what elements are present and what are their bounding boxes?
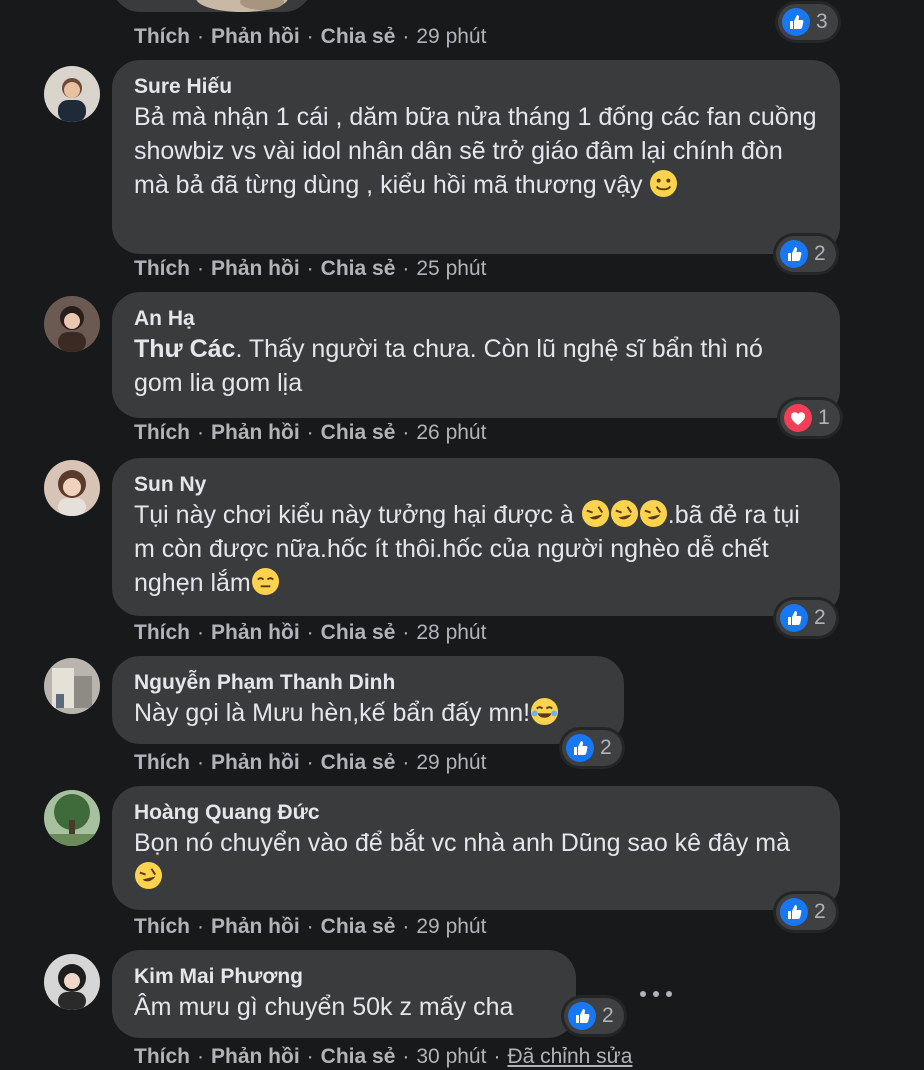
edited-label[interactable]: Đã chỉnh sửa — [507, 1045, 632, 1068]
comment-bubble: Kim Mai Phương Âm mưu gì chuyển 50k z mấ… — [112, 950, 576, 1038]
reply-link[interactable]: Phản hồi — [211, 751, 300, 774]
smile-emoji — [649, 169, 678, 198]
comment-author[interactable]: Nguyễn Phạm Thanh Dinh — [134, 670, 602, 696]
reaction-summary[interactable]: 2 — [564, 998, 624, 1034]
comment-actions: Thích · Phản hồi · Chia sẻ · 29 phút — [134, 25, 487, 48]
share-link[interactable]: Chia sẻ — [321, 621, 396, 644]
comment-actions: Thích · Phản hồi · Chia sẻ · 29 phút — [134, 751, 487, 774]
rofl-emoji — [134, 861, 163, 890]
comment-bubble: Nguyễn Phạm Thanh Dinh Này gọi là Mưu hè… — [112, 656, 624, 744]
comment-timestamp[interactable]: 29 phút — [416, 915, 486, 938]
comment-bubble: Hoàng Quang Đức Bọn nó chuyển vào để bắt… — [112, 786, 840, 910]
comment-text: Tụi này chơi kiểu này tưởng hại được à .… — [134, 499, 800, 597]
comment-actions: Thích · Phản hồi · Chia sẻ · 28 phút — [134, 621, 487, 644]
tears-of-joy-emoji — [530, 697, 559, 726]
like-icon — [780, 898, 808, 926]
share-link[interactable]: Chia sẻ — [321, 421, 396, 444]
love-icon — [784, 404, 812, 432]
comment-timestamp[interactable]: 29 phút — [416, 25, 486, 48]
comment-author[interactable]: Sun Ny — [134, 472, 818, 498]
reply-link[interactable]: Phản hồi — [211, 25, 300, 48]
rofl-emoji — [581, 499, 610, 528]
avatar[interactable] — [44, 66, 100, 122]
reaction-summary[interactable]: 1 — [780, 400, 840, 436]
like-icon — [568, 1002, 596, 1030]
comment-timestamp[interactable]: 30 phút — [416, 1045, 486, 1068]
reaction-summary[interactable]: 2 — [562, 730, 622, 766]
avatar[interactable] — [44, 460, 100, 516]
reaction-summary[interactable]: 2 — [776, 236, 836, 272]
share-link[interactable]: Chia sẻ — [321, 25, 396, 48]
comment-text: Bọn nó chuyển vào để bắt vc nhà anh Dũng… — [134, 826, 818, 894]
like-link[interactable]: Thích — [134, 421, 190, 444]
like-link[interactable]: Thích — [134, 621, 190, 644]
reaction-summary[interactable]: 3 — [778, 4, 838, 40]
comment-actions: Thích · Phản hồi · Chia sẻ · 29 phút — [134, 915, 487, 938]
comment-bubble: An Hạ Thư Các. Thấy người ta chưa. Còn l… — [112, 292, 840, 418]
relieved-emoji — [251, 567, 280, 596]
comment-text: Thư Các. Thấy người ta chưa. Còn lũ nghệ… — [134, 335, 763, 397]
reply-link[interactable]: Phản hồi — [211, 1045, 300, 1068]
comment-timestamp[interactable]: 25 phút — [416, 257, 486, 280]
reaction-count: 3 — [816, 10, 828, 33]
like-icon — [780, 240, 808, 268]
rofl-emoji — [639, 499, 668, 528]
like-link[interactable]: Thích — [134, 1045, 190, 1068]
avatar[interactable] — [44, 790, 100, 846]
reply-link[interactable]: Phản hồi — [211, 915, 300, 938]
comment-author[interactable]: Sure Hiếu — [134, 74, 818, 100]
reaction-count: 2 — [600, 736, 612, 759]
reaction-count: 2 — [602, 1004, 614, 1027]
comment-timestamp[interactable]: 28 phút — [416, 621, 486, 644]
avatar[interactable] — [44, 296, 100, 352]
like-link[interactable]: Thích — [134, 751, 190, 774]
comment-bubble-partial — [112, 0, 312, 12]
comment-author[interactable]: An Hạ — [134, 306, 818, 332]
reaction-count: 2 — [814, 606, 826, 629]
reply-link[interactable]: Phản hồi — [211, 257, 300, 280]
like-link[interactable]: Thích — [134, 25, 190, 48]
comment-text: Bả mà nhận 1 cái , dăm bữa nửa tháng 1 đ… — [134, 103, 817, 199]
like-icon — [782, 8, 810, 36]
like-icon — [780, 604, 808, 632]
more-options-icon[interactable] — [640, 984, 672, 1004]
avatar[interactable] — [44, 658, 100, 714]
share-link[interactable]: Chia sẻ — [321, 751, 396, 774]
comment-bubble: Sun Ny Tụi này chơi kiểu này tưởng hại đ… — [112, 458, 840, 616]
like-link[interactable]: Thích — [134, 257, 190, 280]
comment-bubble: Sure Hiếu Bả mà nhận 1 cái , dăm bữa nửa… — [112, 60, 840, 254]
rofl-emoji — [610, 499, 639, 528]
share-link[interactable]: Chia sẻ — [321, 1045, 396, 1068]
comment-timestamp[interactable]: 29 phút — [416, 751, 486, 774]
mention-link[interactable]: Thư Các — [134, 335, 235, 363]
reaction-count: 2 — [814, 900, 826, 923]
reaction-summary[interactable]: 2 — [776, 600, 836, 636]
comment-actions: Thích · Phản hồi · Chia sẻ · 26 phút — [134, 421, 487, 444]
comment-thread: Thích · Phản hồi · Chia sẻ · 29 phút 3 Sure Hi… — [0, 0, 924, 1070]
reaction-count: 2 — [814, 242, 826, 265]
like-icon — [566, 734, 594, 762]
comment-author[interactable]: Kim Mai Phương — [134, 964, 554, 990]
reaction-count: 1 — [818, 406, 830, 429]
comment-actions: Thích · Phản hồi · Chia sẻ · 30 phút · Đã chỉnh … — [134, 1045, 633, 1068]
comment-actions: Thích · Phản hồi · Chia sẻ · 25 phút — [134, 257, 487, 280]
comment-text: Âm mưu gì chuyển 50k z mấy cha — [134, 993, 514, 1021]
comment-timestamp[interactable]: 26 phút — [416, 421, 486, 444]
reply-link[interactable]: Phản hồi — [211, 621, 300, 644]
share-link[interactable]: Chia sẻ — [321, 915, 396, 938]
reply-link[interactable]: Phản hồi — [211, 421, 300, 444]
share-link[interactable]: Chia sẻ — [321, 257, 396, 280]
comment-author[interactable]: Hoàng Quang Đức — [134, 800, 818, 826]
reaction-summary[interactable]: 2 — [776, 894, 836, 930]
comment-text: Này gọi là Mưu hèn,kế bẩn đấy mn! — [134, 696, 602, 730]
like-link[interactable]: Thích — [134, 915, 190, 938]
avatar[interactable] — [44, 954, 100, 1010]
